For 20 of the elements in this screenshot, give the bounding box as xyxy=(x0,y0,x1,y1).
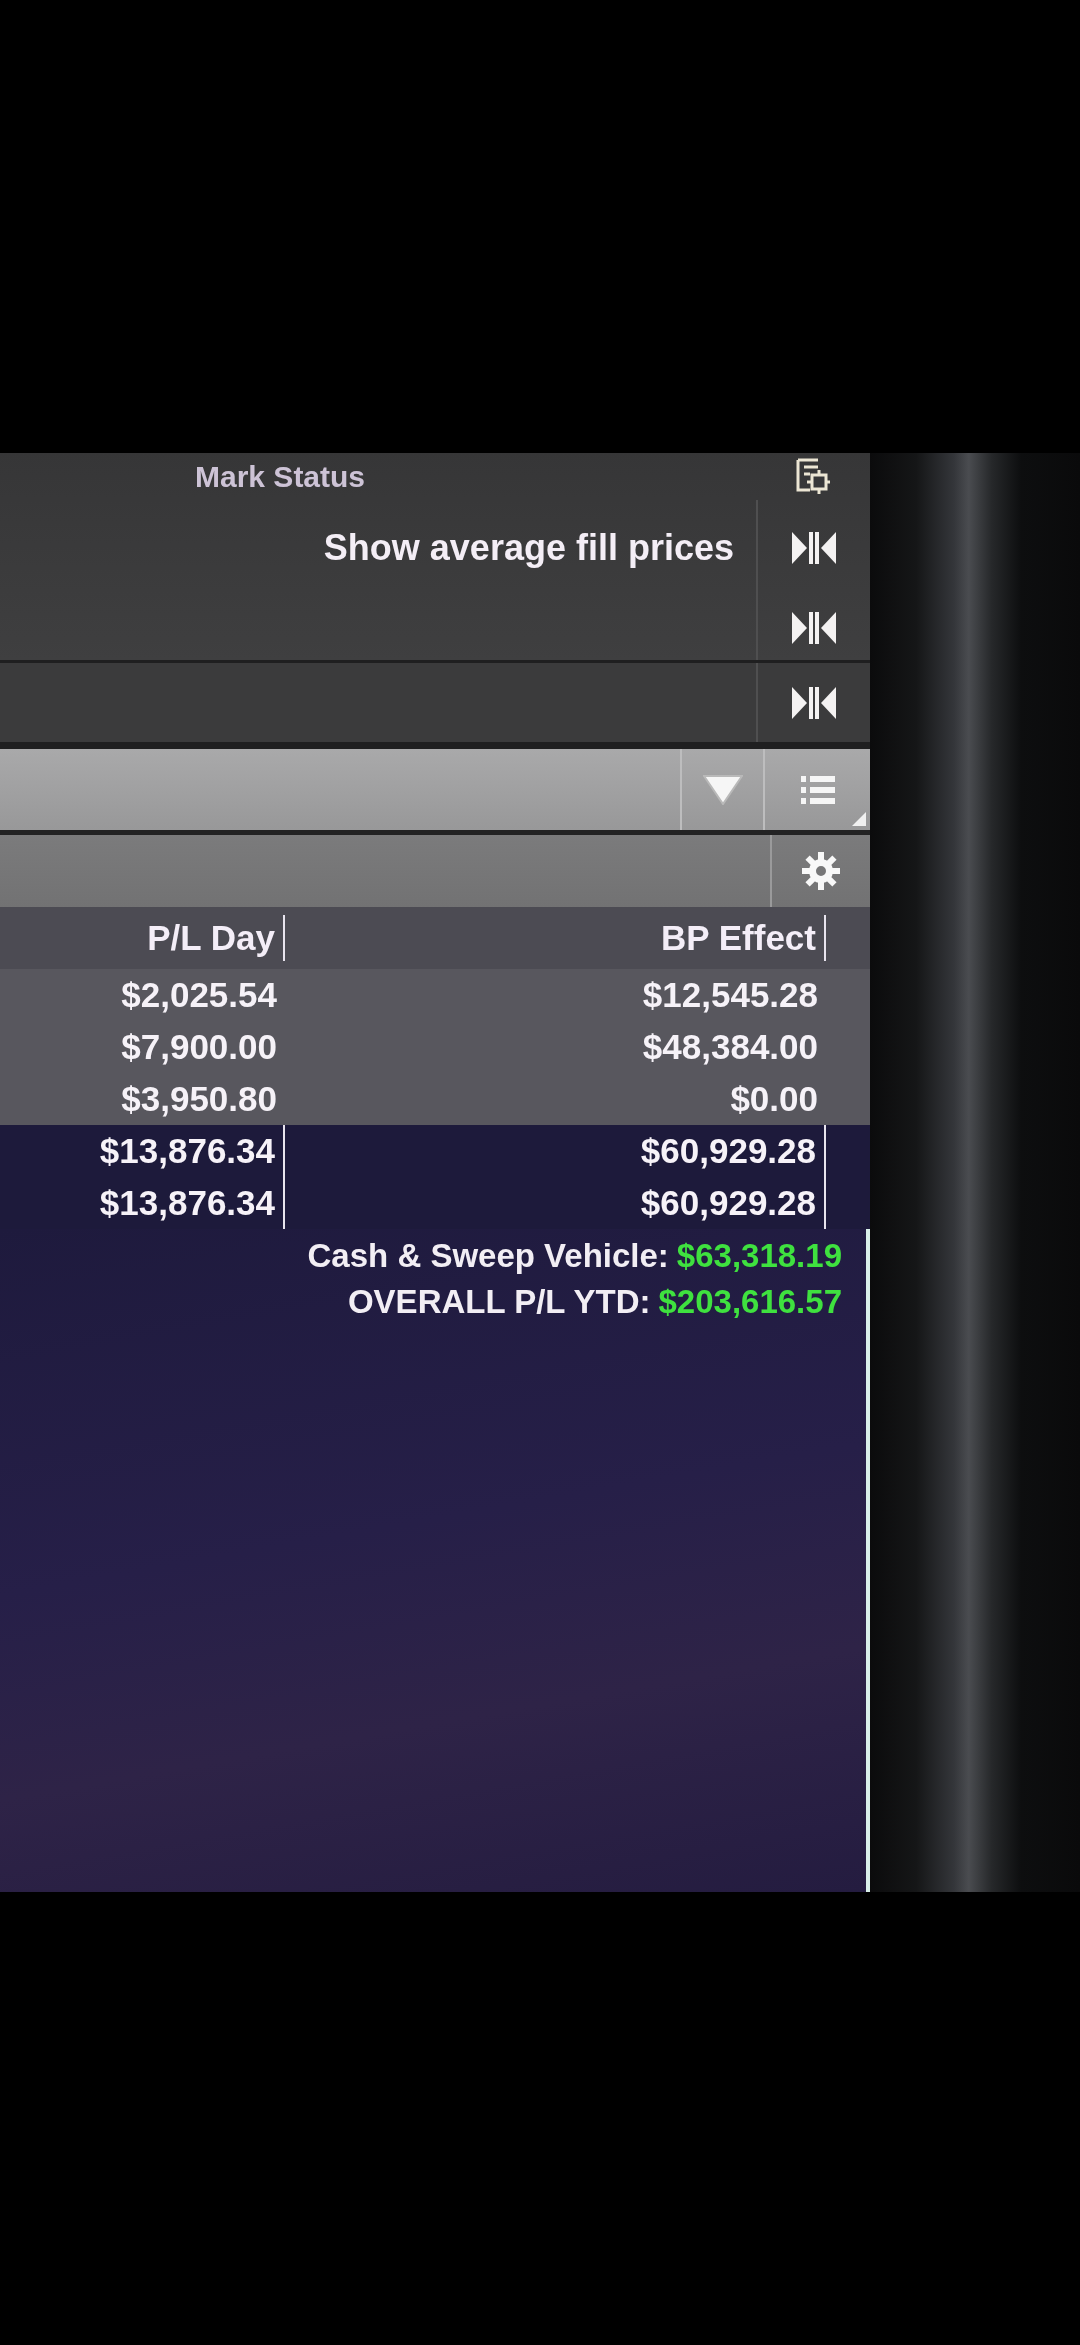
table-cell-text: $12,545.28 xyxy=(641,974,819,1016)
column-label: Mark Status xyxy=(194,458,366,495)
settings-icon[interactable] xyxy=(801,851,841,891)
summary-label: Cash & Sweep Vehicle: xyxy=(307,1237,669,1275)
table-cell-text: $7,900.00 xyxy=(120,1026,278,1068)
document-icon[interactable] xyxy=(796,456,830,497)
table-cell-text: $0.00 xyxy=(729,1078,819,1120)
summary-value: $63,318.19 xyxy=(676,1237,842,1275)
summary-label: OVERALL P/L YTD: xyxy=(347,1283,651,1321)
table-cell-text: $3,950.80 xyxy=(120,1078,278,1120)
column-header[interactable]: BP Effect xyxy=(285,915,826,961)
table-cell-text: $2,025.54 xyxy=(120,974,278,1016)
collapse-icon[interactable] xyxy=(792,684,836,721)
table-cell-text: $48,384.00 xyxy=(641,1026,819,1068)
collapse-icon[interactable] xyxy=(792,609,836,646)
collapse-icon[interactable] xyxy=(792,529,836,566)
summary-value: $203,616.57 xyxy=(658,1283,842,1321)
option-label: Show average fill prices xyxy=(323,526,735,569)
corner-triangle-icon xyxy=(852,812,866,826)
column-header[interactable]: P/L Day xyxy=(0,915,285,961)
